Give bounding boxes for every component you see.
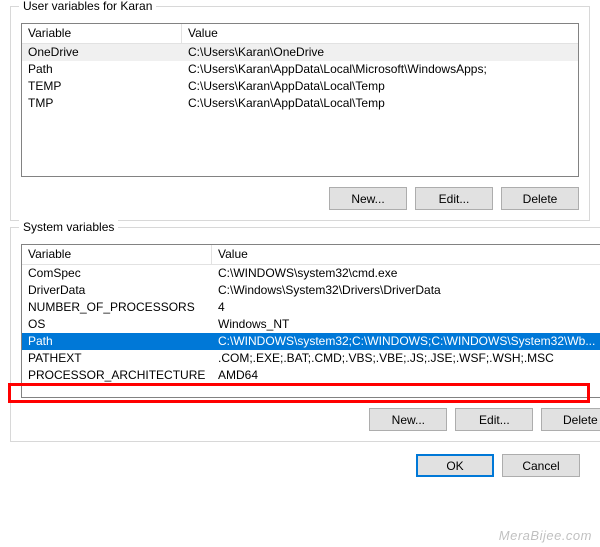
var-value: AMD64 — [212, 367, 600, 384]
sys-delete-button[interactable]: Delete — [541, 408, 600, 431]
var-name: OneDrive — [22, 44, 182, 61]
var-value: C:\Windows\System32\Drivers\DriverData — [212, 282, 600, 299]
sys-list-header: Variable Value — [22, 245, 600, 265]
user-col-variable[interactable]: Variable — [22, 24, 182, 44]
var-value: 4 — [212, 299, 600, 316]
ok-button[interactable]: OK — [416, 454, 494, 477]
var-name: OS — [22, 316, 212, 333]
user-variables-group: User variables for Karan Variable Value … — [10, 6, 590, 221]
user-buttons-row: New... Edit... Delete — [21, 187, 579, 210]
var-value: C:\WINDOWS\system32;C:\WINDOWS;C:\WINDOW… — [212, 333, 600, 350]
user-list-header: Variable Value — [22, 24, 578, 44]
table-row[interactable]: Path C:\WINDOWS\system32;C:\WINDOWS;C:\W… — [22, 333, 600, 350]
table-row[interactable]: PROCESSOR_ARCHITECTURE AMD64 — [22, 367, 600, 384]
var-name: PROCESSOR_ARCHITECTURE — [22, 367, 212, 384]
table-row[interactable]: Path C:\Users\Karan\AppData\Local\Micros… — [22, 61, 578, 78]
table-row[interactable]: OS Windows_NT — [22, 316, 600, 333]
table-row[interactable]: OneDrive C:\Users\Karan\OneDrive — [22, 44, 578, 61]
table-row[interactable]: NUMBER_OF_PROCESSORS 4 — [22, 299, 600, 316]
var-value: C:\Users\Karan\AppData\Local\Microsoft\W… — [182, 61, 578, 78]
cancel-button[interactable]: Cancel — [502, 454, 580, 477]
sys-edit-button[interactable]: Edit... — [455, 408, 533, 431]
table-row[interactable]: TMP C:\Users\Karan\AppData\Local\Temp — [22, 95, 578, 112]
table-row[interactable]: PATHEXT .COM;.EXE;.BAT;.CMD;.VBS;.VBE;.J… — [22, 350, 600, 367]
sys-col-value[interactable]: Value — [212, 245, 600, 265]
var-name: DriverData — [22, 282, 212, 299]
system-variables-list[interactable]: Variable Value ComSpec C:\WINDOWS\system… — [21, 244, 600, 398]
var-name: PATHEXT — [22, 350, 212, 367]
system-variables-group: System variables Variable Value ComSpec … — [10, 227, 600, 442]
var-name: ComSpec — [22, 265, 212, 282]
dialog-buttons-row: OK Cancel — [0, 454, 580, 477]
sys-col-variable[interactable]: Variable — [22, 245, 212, 265]
table-row[interactable]: ComSpec C:\WINDOWS\system32\cmd.exe — [22, 265, 600, 282]
user-variables-list[interactable]: Variable Value OneDrive C:\Users\Karan\O… — [21, 23, 579, 177]
var-name: TEMP — [22, 78, 182, 95]
user-variables-title: User variables for Karan — [19, 0, 156, 13]
var-value: .COM;.EXE;.BAT;.CMD;.VBS;.VBE;.JS;.JSE;.… — [212, 350, 600, 367]
table-row[interactable]: DriverData C:\Windows\System32\Drivers\D… — [22, 282, 600, 299]
user-new-button[interactable]: New... — [329, 187, 407, 210]
sys-buttons-row: New... Edit... Delete — [21, 408, 600, 431]
var-value: Windows_NT — [212, 316, 600, 333]
user-col-value[interactable]: Value — [182, 24, 578, 44]
user-delete-button[interactable]: Delete — [501, 187, 579, 210]
var-name: NUMBER_OF_PROCESSORS — [22, 299, 212, 316]
var-name: TMP — [22, 95, 182, 112]
var-value: C:\Users\Karan\OneDrive — [182, 44, 578, 61]
user-edit-button[interactable]: Edit... — [415, 187, 493, 210]
var-value: C:\Users\Karan\AppData\Local\Temp — [182, 95, 578, 112]
var-name: Path — [22, 61, 182, 78]
table-row[interactable]: TEMP C:\Users\Karan\AppData\Local\Temp — [22, 78, 578, 95]
var-name: Path — [22, 333, 212, 350]
system-variables-title: System variables — [19, 220, 118, 234]
sys-new-button[interactable]: New... — [369, 408, 447, 431]
var-value: C:\Users\Karan\AppData\Local\Temp — [182, 78, 578, 95]
var-value: C:\WINDOWS\system32\cmd.exe — [212, 265, 600, 282]
